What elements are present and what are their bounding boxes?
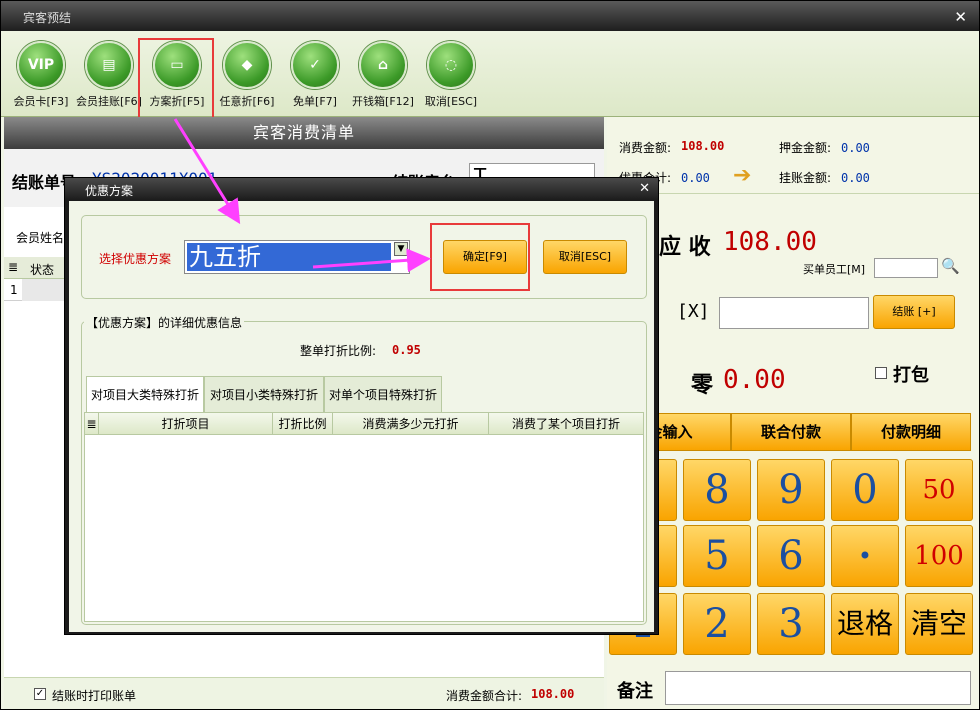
change-label: 零	[691, 373, 714, 398]
key-100[interactable]: 100	[905, 525, 973, 587]
cancel-toolbar-button[interactable]: ◌ 取消[ESC]	[417, 41, 485, 109]
cash-label: [X]	[677, 301, 710, 322]
total-value: 108.00	[531, 687, 575, 701]
any-discount-label: 任意折[F6]	[219, 95, 275, 108]
key-5[interactable]: 5	[683, 525, 751, 587]
key-3[interactable]: 3	[757, 593, 825, 655]
plan-select[interactable]: 九五折 ▼	[184, 240, 410, 274]
ratio-value: 0.95	[392, 343, 421, 357]
credit-label: 挂账金额:	[779, 171, 832, 185]
deposit-label: 押金金额:	[779, 141, 832, 155]
detail-group: 【优惠方案】的详细优惠信息 整单打折比例: 0.95 对项目大类特殊打折 对项目…	[81, 314, 647, 625]
key-backspace[interactable]: 退格	[831, 593, 899, 655]
arrow-right-icon: ➔	[733, 163, 752, 188]
print-label: 结账时打印账单	[52, 689, 137, 703]
remark-input[interactable]	[665, 671, 971, 705]
detail-title: 【优惠方案】的详细优惠信息	[84, 314, 245, 331]
key-2[interactable]: 2	[683, 593, 751, 655]
checkout-button[interactable]: 结账 [+]	[873, 295, 955, 329]
highlight-box-ok	[430, 223, 530, 291]
col-min-amount: 消费满多少元打折	[333, 413, 489, 435]
consumption-list-header: 宾客消费清单	[4, 117, 604, 149]
member-name-label: 会员姓名	[16, 231, 65, 245]
ratio-label: 整单打折比例:	[300, 344, 377, 358]
remark-label: 备注	[617, 681, 653, 702]
member-credit-label: 会员挂账[F6]	[76, 95, 142, 108]
member-credit-button[interactable]: ▤ 会员挂账[F6]	[75, 41, 143, 109]
discount-grid-header: ≣ 打折项目 打折比例 消费满多少元打折 消费了某个项目打折	[85, 413, 643, 435]
clipboard-check-icon: ✓	[291, 41, 339, 89]
divider	[607, 193, 979, 194]
document-icon: ▤	[85, 41, 133, 89]
discount-plan-dialog: 优惠方案 ✕ 选择优惠方案 九五折 ▼ 确定[F9] 取消[ESC] 【优惠方案…	[64, 177, 659, 635]
dialog-title: 优惠方案	[85, 184, 134, 198]
discount-value: 0.00	[681, 171, 710, 185]
change-value: 0.00	[723, 365, 786, 395]
free-bill-button[interactable]: ✓ 免单[F7]	[281, 41, 349, 109]
key-8[interactable]: 8	[683, 459, 751, 521]
any-discount-button[interactable]: ◆ 任意折[F6]	[213, 41, 281, 109]
bag-icon: ◆	[223, 41, 271, 89]
highlight-box-toolbar	[138, 38, 214, 120]
cash-input[interactable]	[719, 297, 869, 329]
loading-circle-icon: ◌	[427, 41, 475, 89]
col-discount-ratio: 打折比例	[273, 413, 333, 435]
cancel-button[interactable]: 取消[ESC]	[543, 240, 627, 274]
main-window: 宾客预结 ✕ VIP 会员卡[F3] ▤ 会员挂账[F6] ▭ 方案折[F5] ◆ 任意…	[0, 0, 980, 710]
key-50[interactable]: 50	[905, 459, 973, 521]
dialog-close-icon[interactable]: ✕	[639, 181, 650, 196]
key-6[interactable]: 6	[757, 525, 825, 587]
member-card-button[interactable]: VIP 会员卡[F3]	[7, 41, 75, 109]
col-item-condition: 消费了某个项目打折	[511, 417, 620, 431]
tab-subcategory-discount[interactable]: 对项目小类特殊打折	[204, 376, 324, 412]
open-drawer-button[interactable]: ⌂ 开钱箱[F12]	[349, 41, 417, 109]
payment-panel: 消费金额: 108.00 押金金额: 0.00 优惠合计: 0.00 ➔ 挂账金…	[607, 117, 979, 709]
consume-value: 108.00	[681, 139, 725, 153]
key-0[interactable]: 0	[831, 459, 899, 521]
total-label: 消费金额合计:	[446, 689, 523, 703]
receivable-value: 108.00	[723, 227, 817, 257]
dialog-title-bar: 优惠方案 ✕	[65, 178, 658, 201]
tab-category-discount[interactable]: 对项目大类特殊打折	[86, 376, 204, 412]
staff-input[interactable]	[874, 258, 938, 278]
select-plan-group: 选择优惠方案 九五折 ▼ 确定[F9] 取消[ESC]	[81, 215, 647, 299]
vip-icon: VIP	[17, 41, 65, 89]
print-checkbox[interactable]: ✓	[34, 688, 46, 700]
grid-header-status: 状态	[30, 263, 55, 277]
receivable-label: 应 收	[659, 235, 711, 260]
pack-checkbox[interactable]	[875, 367, 887, 379]
pack-label: 打包	[893, 365, 929, 386]
staff-label: 买单员工[M]	[803, 263, 866, 276]
title-bar: 宾客预结 ✕	[1, 1, 979, 31]
cancel-toolbar-label: 取消[ESC]	[424, 95, 478, 108]
key-clear[interactable]: 清空	[905, 593, 973, 655]
tab-item-discount[interactable]: 对单个项目特殊打折	[324, 376, 442, 412]
key-dot[interactable]: •	[831, 525, 899, 587]
chevron-down-icon[interactable]: ▼	[394, 242, 408, 256]
grid-row-number: 1	[10, 283, 18, 297]
credit-value: 0.00	[841, 171, 870, 185]
member-card-label: 会员卡[F3]	[13, 95, 69, 108]
tab-combined-payment[interactable]: 联合付款	[731, 413, 851, 451]
grid-menu-icon[interactable]: ≣	[85, 413, 99, 435]
grid-menu-icon[interactable]: ≣	[8, 260, 18, 274]
window-title: 宾客预结	[23, 11, 72, 25]
discount-grid: ≣ 打折项目 打折比例 消费满多少元打折 消费了某个项目打折	[84, 412, 644, 622]
col-discount-item: 打折项目	[99, 413, 273, 435]
deposit-value: 0.00	[841, 141, 870, 155]
plan-select-value: 九五折	[187, 243, 391, 271]
select-plan-label: 选择优惠方案	[99, 252, 172, 266]
close-icon[interactable]: ✕	[954, 8, 967, 26]
free-bill-label: 免单[F7]	[293, 95, 337, 108]
dialog-body: 选择优惠方案 九五折 ▼ 确定[F9] 取消[ESC] 【优惠方案】的详细优惠信…	[69, 201, 654, 632]
tab-payment-detail[interactable]: 付款明细	[851, 413, 971, 451]
search-icon[interactable]: 🔍	[941, 257, 960, 275]
consume-label: 消费金额:	[619, 141, 672, 155]
key-9[interactable]: 9	[757, 459, 825, 521]
bank-icon: ⌂	[359, 41, 407, 89]
open-drawer-label: 开钱箱[F12]	[352, 95, 414, 108]
left-footer: ✓ 结账时打印账单 消费金额合计: 108.00	[4, 677, 604, 709]
